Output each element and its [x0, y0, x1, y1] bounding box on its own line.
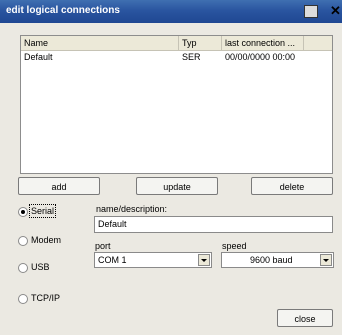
- row-last-connection: 00/00/0000 00:00: [225, 52, 296, 62]
- restore-icon[interactable]: [304, 5, 318, 18]
- row-name: Default: [24, 52, 53, 62]
- delete-button[interactable]: delete: [251, 177, 333, 195]
- chevron-down-icon[interactable]: [198, 254, 210, 266]
- name-description-input[interactable]: Default: [94, 216, 333, 233]
- radio-tcpip-dot[interactable]: [18, 294, 28, 304]
- table-row[interactable]: Default SER 00/00/0000 00:00: [21, 51, 332, 63]
- chevron-down-icon[interactable]: [320, 254, 332, 266]
- column-header-name[interactable]: Name: [21, 36, 179, 50]
- add-button[interactable]: add: [18, 177, 100, 195]
- port-label: port: [95, 241, 111, 251]
- speed-label: speed: [222, 241, 247, 251]
- title-bar[interactable]: edit logical connections ✕: [0, 0, 342, 23]
- port-value: COM 1: [98, 255, 127, 265]
- radio-serial-label: Serial: [28, 204, 57, 218]
- speed-select[interactable]: 9600 baud: [221, 252, 334, 268]
- name-description-label: name/description:: [96, 204, 168, 214]
- row-typ: SER: [182, 52, 201, 62]
- edit-logical-connections-window: edit logical connections ✕ Name Typ last…: [0, 0, 342, 335]
- radio-usb-label: USB: [31, 262, 50, 272]
- close-icon[interactable]: ✕: [328, 4, 342, 18]
- port-select[interactable]: COM 1: [94, 252, 212, 268]
- radio-usb-dot[interactable]: [18, 263, 28, 273]
- list-header: Name Typ last connection ...: [21, 36, 332, 51]
- column-header-typ[interactable]: Typ: [179, 36, 222, 50]
- radio-modem-label: Modem: [31, 235, 62, 245]
- close-button[interactable]: close: [277, 309, 333, 327]
- update-button[interactable]: update: [136, 177, 218, 195]
- speed-value: 9600 baud: [250, 255, 293, 265]
- window-title: edit logical connections: [6, 5, 120, 16]
- radio-tcpip-label: TCP/IP: [31, 293, 61, 303]
- radio-modem-dot[interactable]: [18, 236, 28, 246]
- column-header-filler: [304, 36, 332, 50]
- column-header-last-connection[interactable]: last connection ...: [222, 36, 304, 50]
- radio-serial-dot[interactable]: [18, 207, 28, 217]
- connections-list[interactable]: Name Typ last connection ... Default SER…: [20, 35, 333, 174]
